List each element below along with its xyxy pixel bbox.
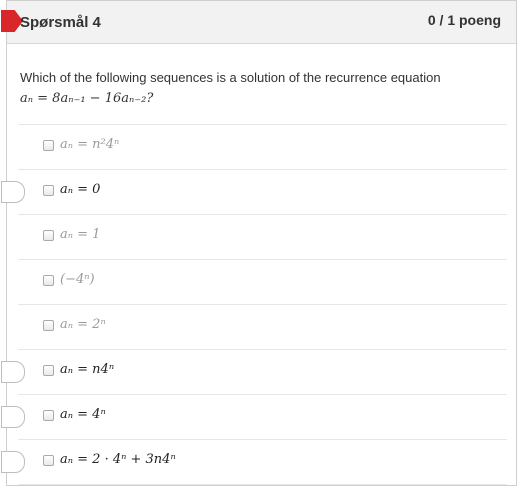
- option-label: aₙ = 4ⁿ: [60, 407, 106, 422]
- question-title: Spørsmål 4: [20, 14, 101, 31]
- option-checkbox[interactable]: [43, 230, 54, 241]
- answer-option-6[interactable]: aₙ = n4ⁿ: [1, 349, 507, 394]
- question-header: Spørsmål 4 0 / 1 poeng: [1, 1, 516, 44]
- option-label: aₙ = 2ⁿ: [60, 317, 106, 332]
- score-label: 0 / 1 poeng: [427, 12, 501, 28]
- answer-option-4[interactable]: (−4ⁿ): [18, 259, 507, 304]
- answer-option-1[interactable]: aₙ = n²4ⁿ: [18, 124, 507, 169]
- question-prompt: Which of the following sequences is a so…: [20, 68, 500, 109]
- selected-marker-icon: [1, 406, 25, 428]
- selected-marker-icon: [1, 181, 25, 203]
- option-checkbox[interactable]: [43, 320, 54, 331]
- option-label: aₙ = 2 · 4ⁿ + 3n4ⁿ: [60, 452, 176, 467]
- answer-options: aₙ = n²4ⁿ aₙ = 0 aₙ = 1 (−4ⁿ) aₙ = 2ⁿ aₙ…: [1, 124, 518, 485]
- option-label: aₙ = 0: [60, 182, 101, 197]
- prompt-text: Which of the following sequences is a so…: [20, 70, 441, 85]
- option-checkbox[interactable]: [43, 410, 54, 421]
- option-label: aₙ = 1: [60, 227, 101, 242]
- selected-marker-icon: [1, 361, 25, 383]
- option-checkbox[interactable]: [43, 185, 54, 196]
- option-label: aₙ = n4ⁿ: [60, 362, 115, 377]
- answer-option-7[interactable]: aₙ = 4ⁿ: [1, 394, 507, 439]
- option-checkbox[interactable]: [43, 455, 54, 466]
- question-card: Spørsmål 4 0 / 1 poeng Which of the foll…: [1, 0, 518, 486]
- option-checkbox[interactable]: [43, 275, 54, 286]
- prompt-formula: aₙ = 8aₙ₋₁ − 16aₙ₋₂?: [20, 91, 154, 106]
- option-label: aₙ = n²4ⁿ: [60, 137, 120, 152]
- answer-option-5[interactable]: aₙ = 2ⁿ: [18, 304, 507, 349]
- option-label: (−4ⁿ): [60, 272, 95, 287]
- option-checkbox[interactable]: [43, 365, 54, 376]
- answer-option-2[interactable]: aₙ = 0: [1, 169, 507, 214]
- answer-option-8[interactable]: aₙ = 2 · 4ⁿ + 3n4ⁿ: [1, 439, 507, 485]
- selected-marker-icon: [1, 451, 25, 473]
- answer-option-3[interactable]: aₙ = 1: [18, 214, 507, 259]
- option-checkbox[interactable]: [43, 140, 54, 151]
